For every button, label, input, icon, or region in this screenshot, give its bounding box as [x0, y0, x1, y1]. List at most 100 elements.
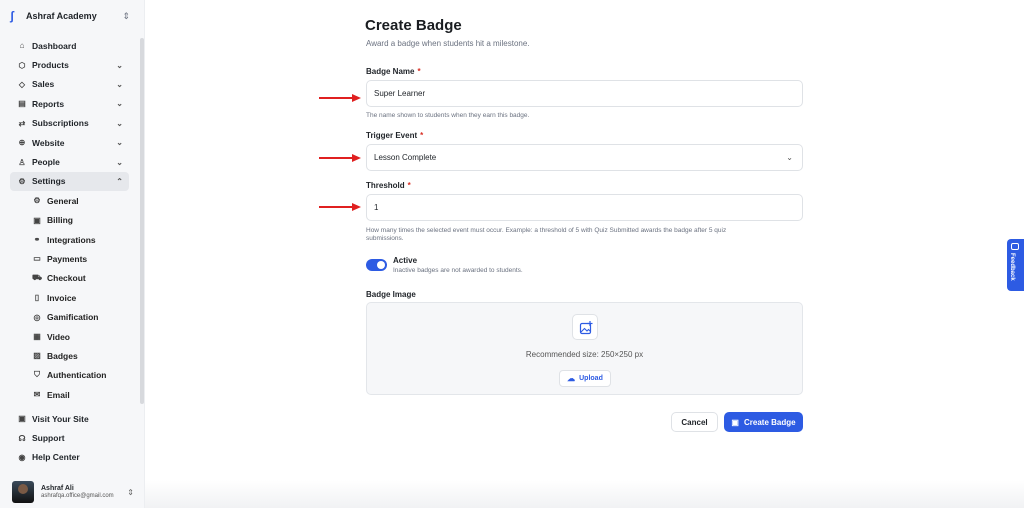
box-icon: ⬡	[18, 60, 26, 70]
user-icon: ♙	[18, 157, 26, 167]
threshold-label-text: Threshold	[366, 181, 405, 190]
bottom-nav: ▣ Visit Your Site ☊ Support ◉ Help Cente…	[10, 409, 129, 467]
logo-icon: ʃ	[10, 9, 14, 23]
sidebar-item-badges[interactable]: ▨ Badges	[25, 346, 129, 365]
avatar	[12, 481, 34, 503]
threshold-label: Threshold *	[366, 181, 411, 190]
trigger-event-value: Lesson Complete	[374, 153, 437, 162]
sidebar-item-label: Settings	[32, 176, 66, 187]
sidebar-item-website[interactable]: ⊕ Website ⌄	[10, 133, 129, 152]
sidebar-item-general[interactable]: ⚙ General	[25, 191, 129, 210]
sidebar-item-dashboard[interactable]: ⌂ Dashboard	[10, 36, 129, 55]
sidebar-item-label: Invoice	[47, 292, 77, 303]
sidebar-item-invoice[interactable]: ▯ Invoice	[25, 288, 129, 307]
cancel-button[interactable]: Cancel	[671, 412, 718, 432]
save-icon: ▣	[731, 417, 739, 427]
sidebar-item-label: Help Center	[32, 452, 80, 463]
sidebar-item-label: Billing	[47, 215, 73, 226]
upload-label: Upload	[579, 375, 603, 382]
sidebar-item-settings[interactable]: ⚙ Settings ⌃	[10, 171, 129, 192]
sidebar-item-video[interactable]: ▦ Video	[25, 327, 129, 346]
sidebar-item-billing[interactable]: ▣ Billing	[25, 211, 129, 230]
sidebar-item-subscriptions[interactable]: ⇄ Subscriptions ⌄	[10, 114, 129, 133]
chevron-down-icon: ⌄	[116, 157, 123, 167]
chart-icon: ▤	[18, 99, 26, 109]
sidebar-item-label: Payments	[47, 253, 88, 264]
threshold-hint-line-2: submissions.	[366, 235, 404, 242]
file-icon: ▯	[34, 293, 40, 303]
sidebar-item-gamification[interactable]: ◎ Gamification	[25, 307, 129, 326]
repeat-icon: ⇄	[18, 118, 26, 128]
add-image-button[interactable]	[572, 314, 598, 340]
sidebar-item-people[interactable]: ♙ People ⌄	[10, 152, 129, 171]
page-title: Create Badge	[365, 17, 462, 34]
badge-name-label: Badge Name *	[366, 67, 421, 76]
user-name: Ashraf Ali	[41, 485, 74, 492]
mail-icon: ✉	[33, 390, 41, 400]
sidebar-item-checkout[interactable]: ⛟ Checkout	[25, 269, 129, 288]
bottom-fade	[145, 480, 1024, 508]
annotation-arrow-icon	[319, 203, 361, 211]
upload-button[interactable]: ☁ Upload	[559, 370, 611, 387]
sidebar-item-label: Checkout	[47, 273, 86, 284]
sidebar-item-integrations[interactable]: ⚭ Integrations	[25, 230, 129, 249]
badge-name-hint: The name shown to students when they ear…	[366, 112, 530, 119]
sidebar-item-label: Sales	[32, 79, 55, 90]
main-nav: ⌂ Dashboard ⬡ Products ⌄ ◇ Sales ⌄ ▤ Rep…	[10, 36, 129, 404]
workspace-switcher[interactable]: ʃ Ashraf Academy ⇕	[10, 8, 130, 24]
trigger-event-select[interactable]: Lesson Complete ⌄	[366, 144, 803, 171]
chevron-down-icon: ⌄	[116, 79, 123, 89]
image-dropzone[interactable]: Recommended size: 250×250 px ☁ Upload	[366, 302, 803, 395]
billing-icon: ▣	[33, 215, 41, 225]
sidebar-item-label: Visit Your Site	[32, 413, 89, 424]
sidebar: ʃ Ashraf Academy ⇕ ⌂ Dashboard ⬡ Product…	[0, 0, 145, 508]
feedback-tab[interactable]: Feedback	[1007, 239, 1024, 291]
sidebar-item-label: Reports	[32, 98, 65, 109]
threshold-input[interactable]: 1	[366, 194, 803, 221]
sidebar-item-label: Video	[47, 331, 70, 342]
feedback-label: Feedback	[1009, 253, 1015, 281]
sidebar-item-products[interactable]: ⬡ Products ⌄	[10, 55, 129, 74]
workspace-name: Ashraf Academy	[26, 11, 97, 21]
sidebar-item-sales[interactable]: ◇ Sales ⌄	[10, 75, 129, 94]
sidebar-item-label: People	[32, 157, 60, 168]
sidebar-item-authentication[interactable]: ⛉ Authentication	[25, 366, 129, 385]
toggle-knob	[377, 261, 385, 269]
tag-icon: ◇	[18, 79, 26, 89]
sidebar-item-payments[interactable]: ▭ Payments	[25, 249, 129, 268]
chevron-updown-icon: ⇕	[122, 10, 130, 21]
settings-submenu: ⚙ General ▣ Billing ⚭ Integrations ▭ Pay…	[10, 191, 129, 404]
card-icon: ▭	[33, 254, 41, 264]
chevron-down-icon: ⌄	[116, 138, 123, 148]
sidebar-item-support[interactable]: ☊ Support	[10, 428, 129, 447]
image-plus-icon	[579, 321, 593, 335]
user-meta: Ashraf Ali ashrafqa.office@gmail.com	[41, 485, 127, 499]
badge-name-input[interactable]: Super Learner	[366, 80, 803, 107]
sidebar-item-help-center[interactable]: ◉ Help Center	[10, 448, 129, 467]
gamepad-icon: ◎	[33, 312, 41, 322]
link-icon: ⚭	[33, 235, 41, 245]
chevron-down-icon: ⌄	[116, 118, 123, 128]
home-icon: ⌂	[19, 41, 25, 51]
sidebar-item-label: Badges	[47, 350, 78, 361]
active-label: Active	[393, 256, 418, 265]
sidebar-item-label: Dashboard	[32, 40, 77, 51]
sidebar-item-label: Email	[47, 389, 70, 400]
chevron-down-icon: ⌄	[786, 153, 793, 162]
sidebar-item-reports[interactable]: ▤ Reports ⌄	[10, 94, 129, 113]
sidebar-item-visit-site[interactable]: ▣ Visit Your Site	[10, 409, 129, 428]
sidebar-item-label: General	[47, 195, 79, 206]
chevron-down-icon: ⌄	[116, 60, 123, 70]
recommended-size-text: Recommended size: 250×250 px	[525, 350, 644, 359]
active-toggle[interactable]	[366, 259, 387, 271]
user-menu[interactable]: Ashraf Ali ashrafqa.office@gmail.com ⇕	[12, 481, 134, 503]
threshold-hint-line-1: How many times the selected event must o…	[366, 227, 727, 234]
cart-icon: ⛟	[31, 273, 43, 283]
sidebar-item-email[interactable]: ✉ Email	[25, 385, 129, 404]
sidebar-item-label: Integrations	[47, 234, 96, 245]
required-mark: *	[417, 67, 421, 76]
badge-image-label: Badge Image	[366, 290, 416, 299]
annotation-arrow-icon	[319, 154, 361, 162]
sidebar-scrollbar[interactable]	[140, 38, 144, 404]
create-badge-button[interactable]: ▣ Create Badge	[724, 412, 803, 432]
